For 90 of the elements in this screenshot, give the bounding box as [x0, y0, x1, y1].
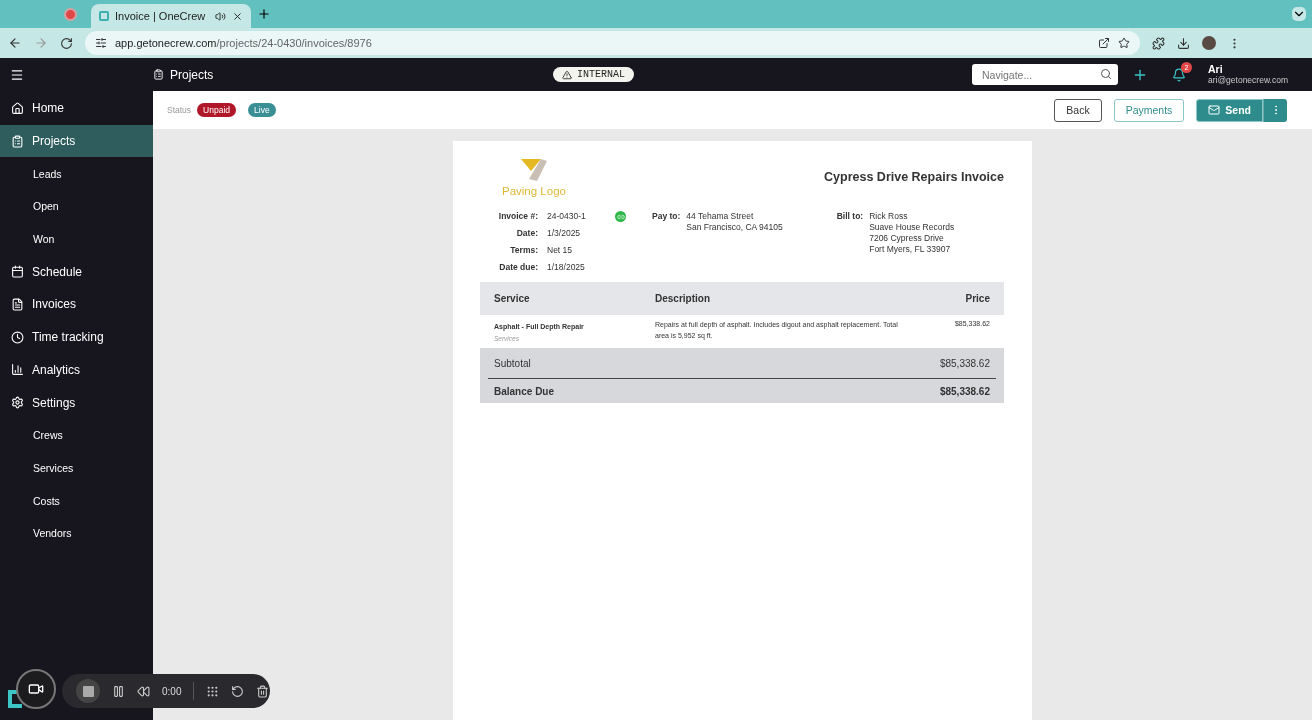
nav-icon — [11, 297, 24, 311]
camera-icon — [28, 681, 44, 697]
open-external-icon[interactable] — [1098, 37, 1110, 49]
nav-icon — [11, 396, 24, 410]
balance-value: $85,338.62 — [939, 385, 990, 397]
page-title: Projects — [170, 67, 214, 82]
column-header: Service — [494, 293, 531, 304]
field-label: Bill to: — [836, 211, 864, 223]
grid-icon[interactable] — [206, 684, 220, 698]
status-tag: Unpaid — [197, 103, 237, 117]
sidebar-item[interactable]: Time tracking — [0, 320, 153, 354]
address-bar[interactable]: app.getonecrew.com/projects/24-0430/invoices/8976 — [85, 31, 1140, 55]
field-value: 1/18/2025 — [547, 262, 586, 272]
more-button[interactable] — [1263, 98, 1287, 122]
address-line: Suave House Records — [869, 222, 955, 232]
extensions-icon[interactable] — [1152, 36, 1165, 50]
field-label: Invoice #: — [497, 211, 538, 221]
clipboard-icon — [153, 69, 164, 80]
recording-time: 0:00 — [162, 685, 182, 697]
sidebar-subitem[interactable]: Crews — [0, 418, 153, 452]
sidebar-subitem[interactable]: Leads — [0, 157, 153, 191]
invoice-title: Cypress Drive Repairs Invoice — [824, 170, 1004, 184]
address-line: San Francisco, CA 94105 — [686, 222, 783, 232]
profile-avatar[interactable] — [1202, 36, 1216, 50]
link-icon[interactable] — [615, 211, 626, 222]
field-label: Date due: — [498, 262, 538, 272]
action-button[interactable]: Back — [1054, 98, 1102, 122]
notifications-icon[interactable] — [1172, 67, 1186, 82]
navigate-field[interactable]: Navigate... — [972, 64, 1118, 85]
column-header: Description — [655, 293, 711, 304]
address-line: 44 Tehama Street — [686, 211, 755, 221]
field-value: Net 15 — [547, 245, 574, 255]
nav-icon — [11, 330, 24, 344]
search-icon — [1100, 68, 1112, 80]
new-tab-icon[interactable] — [257, 7, 271, 21]
nav-icon — [11, 101, 24, 115]
address-line: Rick Ross — [869, 211, 909, 221]
user-email: ari@getonecrew.com — [1208, 75, 1288, 85]
logo-icon — [518, 157, 549, 183]
sidebar-subitem[interactable]: Won — [0, 222, 153, 256]
subtotal-value: $85,338.62 — [939, 357, 990, 369]
trash-icon[interactable] — [256, 684, 270, 698]
action-button[interactable]: Payments — [1113, 98, 1185, 122]
sidebar-subitem[interactable]: Open — [0, 190, 153, 223]
address-line: Fort Myers, FL 33907 — [869, 244, 952, 254]
speaker-icon — [215, 10, 226, 22]
download-icon[interactable] — [1177, 36, 1190, 50]
user-name: Ari — [1208, 64, 1224, 76]
site-icon — [99, 11, 109, 21]
close-icon[interactable] — [232, 10, 243, 22]
restart-icon[interactable] — [231, 684, 245, 698]
field-value: 24-0430-1 — [547, 211, 587, 221]
nav-icon — [11, 363, 24, 377]
warning-icon — [562, 69, 572, 80]
sidebar-item[interactable]: Analytics — [0, 353, 153, 387]
stop-button[interactable] — [76, 679, 100, 703]
balance-label: Balance Due — [494, 385, 555, 397]
status-tag: Live — [248, 103, 276, 117]
subtotal-label: Subtotal — [494, 357, 531, 369]
rewind-icon[interactable] — [137, 684, 150, 698]
recording-icon — [64, 7, 77, 21]
back-icon[interactable] — [8, 36, 22, 50]
browser-tab[interactable]: Invoice | OneCrew — [91, 4, 251, 28]
sidebar-subitem[interactable]: Costs — [0, 484, 153, 517]
column-header: Price — [964, 293, 990, 304]
sidebar-item[interactable]: Invoices — [0, 288, 153, 321]
logo-text: Paving Logo — [502, 185, 566, 197]
chain-icon — [616, 212, 625, 221]
site-settings-icon[interactable] — [95, 37, 107, 49]
mail-icon — [1208, 104, 1221, 116]
field-label: Terms: — [509, 245, 538, 255]
field-label: Date: — [515, 228, 538, 238]
sidebar-item[interactable]: Home — [0, 92, 153, 125]
internal-badge: INTERNAL — [553, 67, 634, 82]
address-line: 7206 Cypress Drive — [869, 233, 945, 243]
status-label: Status — [167, 105, 192, 115]
menu-icon[interactable] — [10, 67, 24, 82]
nav-icon — [11, 134, 24, 148]
reload-icon[interactable] — [60, 36, 73, 50]
nav-icon — [11, 265, 24, 279]
sidebar-item[interactable]: Projects — [0, 124, 153, 158]
action-button[interactable]: Send — [1196, 98, 1263, 122]
sidebar-item[interactable]: Settings — [0, 386, 153, 419]
field-value: 1/3/2025 — [547, 228, 582, 238]
pause-icon[interactable] — [112, 684, 125, 698]
sidebar-item[interactable]: Schedule — [0, 255, 153, 289]
field-label: Pay to: — [652, 211, 681, 223]
sidebar-subitem[interactable]: Services — [0, 451, 153, 485]
sidebar-subitem[interactable]: Vendors — [0, 516, 153, 550]
star-icon[interactable] — [1118, 37, 1130, 49]
